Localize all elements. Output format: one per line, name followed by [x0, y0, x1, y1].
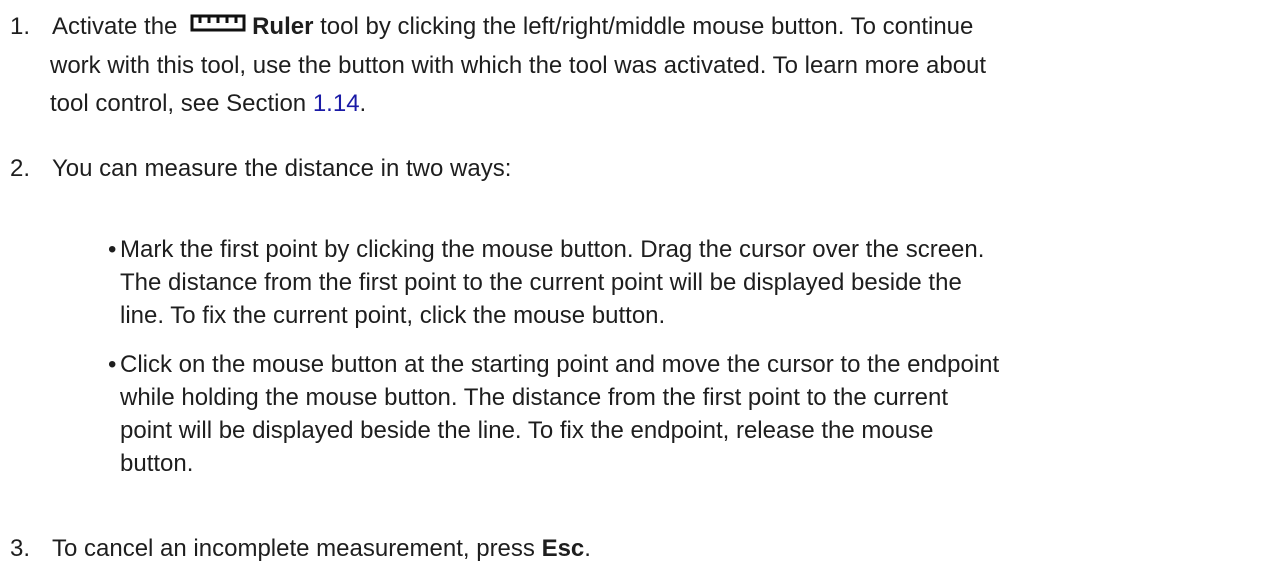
section-link[interactable]: 1.14	[313, 90, 360, 117]
bullet-item-2: • Click on the mouse button at the start…	[108, 348, 1250, 480]
step-1-text-a: Activate the	[52, 13, 178, 40]
step-2-number: 2.	[10, 155, 31, 182]
bullet-1-line-2: The distance from the first point to the…	[120, 269, 962, 296]
bullet-1-line-3: line. To fix the current point, click th…	[120, 302, 666, 329]
bullet-icon: •	[108, 351, 117, 378]
step-1: 1. Activate the Ruler tool by clicking th…	[8, 8, 1258, 123]
step-3-number: 3.	[10, 535, 31, 562]
tool-name-ruler: Ruler	[252, 13, 314, 40]
step-2-line-1: 2. You can measure the distance in two wa…	[8, 150, 1258, 188]
step-1-line-3-period: .	[359, 89, 367, 117]
bullet-2-line-2: while holding the mouse button. The dist…	[120, 384, 949, 411]
bullet-1-line-1: Mark the first point by clicking the mou…	[120, 236, 985, 263]
step-1-line-2: work with this tool, use the button with…	[50, 51, 987, 79]
esc-key: Esc	[541, 535, 585, 562]
ruler-icon	[190, 7, 246, 45]
step-1-text-b: tool by clicking the left/right/middle m…	[320, 13, 974, 40]
bullet-2-line-4: button.	[120, 450, 194, 477]
step-1-line-3-text: tool control, see Section	[50, 89, 307, 117]
step-3-text-a: To cancel an incomplete measurement, pre…	[52, 535, 535, 562]
step-3-text-b: .	[584, 535, 591, 562]
step-1-line-1: 1. Activate the Ruler tool by clicking th…	[8, 8, 1258, 47]
step-2-text: You can measure the distance in two ways…	[52, 155, 512, 182]
document-page: 1. Activate the Ruler tool by clicking th…	[0, 0, 1270, 574]
step-2: 2. You can measure the distance in two wa…	[8, 150, 1258, 188]
step-1-line-3: tool control, see Section 1.14.	[8, 85, 1258, 123]
bullet-2-line-3: point will be displayed beside the line.…	[120, 417, 934, 444]
bullet-icon: •	[108, 236, 117, 263]
step-1-number: 1.	[10, 13, 31, 40]
bullet-item-1: • Mark the first point by clicking the m…	[108, 233, 1250, 332]
step-3-line-1: 3. To cancel an incomplete measurement, p…	[8, 530, 1258, 568]
step-3: 3. To cancel an incomplete measurement, p…	[8, 530, 1258, 568]
bullet-2-line-1: Click on the mouse button at the startin…	[120, 351, 1000, 378]
